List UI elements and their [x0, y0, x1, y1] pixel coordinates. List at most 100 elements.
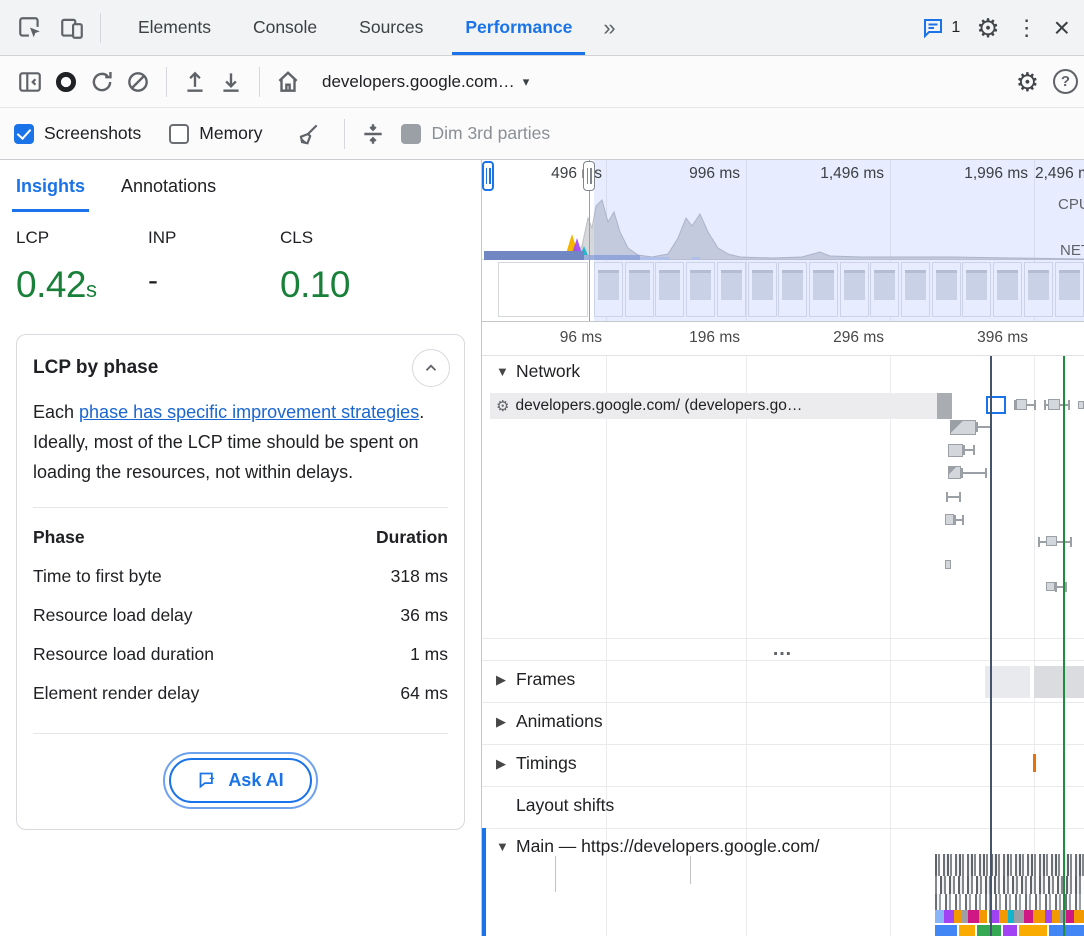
capture-settings-gear-icon[interactable]: ⚙ [1016, 69, 1039, 95]
network-request-bar[interactable] [950, 420, 976, 435]
triangle-expanded-icon[interactable]: ▼ [496, 364, 508, 379]
flame-chart-segment[interactable] [1003, 925, 1017, 936]
screenshots-checkbox[interactable]: Screenshots [14, 123, 141, 144]
settings-gear-icon[interactable]: ⚙ [976, 15, 999, 41]
main-task-tick[interactable] [555, 856, 556, 892]
more-tabs-icon[interactable]: » [593, 15, 627, 41]
memory-checkbox[interactable]: Memory [169, 123, 262, 144]
track-network[interactable]: ▼ Network [496, 361, 580, 382]
timing-marker[interactable] [1033, 754, 1036, 772]
request-timing-whisker[interactable] [1055, 582, 1067, 592]
track-animations[interactable]: ▶ Animations [496, 711, 603, 732]
network-request-bar[interactable] [1078, 401, 1084, 409]
network-expander-dots[interactable]: … [482, 644, 1084, 654]
help-icon[interactable]: ? [1053, 69, 1078, 94]
network-request-label: developers.google.com/ (developers.go… [515, 397, 802, 415]
network-request-bar[interactable] [945, 514, 954, 525]
console-messages-button[interactable]: 1 [921, 16, 960, 40]
triangle-collapsed-icon[interactable]: ▶ [496, 672, 508, 688]
flame-chart-segment[interactable] [1049, 925, 1084, 936]
triangle-collapsed-icon[interactable]: ▶ [496, 756, 508, 772]
main-thread-activity[interactable] [935, 876, 1084, 894]
metric-inp[interactable]: INP - [148, 228, 280, 306]
toggle-sidebar-icon[interactable] [12, 64, 48, 100]
timeline-overview[interactable]: 496 ms996 ms1,496 ms1,996 ms2,496 ms CPU… [482, 160, 1084, 322]
triangle-expanded-icon[interactable]: ▼ [496, 839, 508, 854]
flame-chart-segment[interactable] [1074, 910, 1084, 923]
main-thread-activity[interactable] [935, 894, 1084, 910]
request-timing-whisker[interactable] [961, 468, 987, 478]
flame-chart-segment[interactable] [977, 925, 1001, 936]
flame-chart-segment[interactable] [944, 910, 954, 923]
main-thread-activity[interactable] [935, 854, 1084, 876]
triangle-collapsed-icon[interactable]: ▶ [496, 714, 508, 730]
metric-lcp[interactable]: LCP 0.42s [16, 228, 148, 306]
ask-ai-button[interactable]: Ask AI [169, 758, 311, 803]
home-icon[interactable] [270, 64, 306, 100]
flame-chart-segment[interactable] [959, 925, 975, 936]
flame-chart-segment[interactable] [979, 910, 987, 923]
request-timing-whisker[interactable] [954, 515, 964, 525]
frame-block[interactable] [1034, 666, 1084, 698]
metric-cls[interactable]: CLS 0.10 [280, 228, 350, 306]
record-button[interactable] [48, 64, 84, 100]
divider [482, 744, 1084, 745]
request-timing-whisker[interactable] [963, 445, 975, 455]
divider [344, 119, 345, 149]
network-request-bar[interactable] [986, 396, 1006, 414]
load-profile-icon[interactable] [177, 64, 213, 100]
page-selector-dropdown[interactable]: developers.google.com… ▾ [322, 72, 622, 92]
network-request-bar[interactable] [945, 560, 951, 569]
flame-chart-segment[interactable] [1019, 925, 1047, 936]
reload-and-record-button[interactable] [84, 64, 120, 100]
network-request-bar[interactable]: ⚙ developers.google.com/ (developers.go… [490, 393, 952, 419]
network-request-bar[interactable] [1046, 582, 1055, 591]
kebab-menu-icon[interactable]: ⋮ [1016, 17, 1038, 39]
main-task-tick[interactable] [690, 856, 691, 884]
flame-chart-segment[interactable] [1014, 910, 1024, 923]
tab-insights[interactable]: Insights [16, 160, 85, 212]
timeline-tracks[interactable]: ▼ Network ⚙ developers.google.com/ (deve… [482, 356, 1084, 936]
phase-table: Phase Duration Time to first byte318 msR… [33, 518, 448, 713]
flame-chart-segment[interactable] [1024, 910, 1033, 923]
tab-performance[interactable]: Performance [444, 0, 593, 55]
inspect-element-icon[interactable] [12, 10, 48, 46]
selection-window-handle-left[interactable] [482, 161, 494, 191]
track-frames[interactable]: ▶ Frames [496, 669, 575, 690]
collapse-card-button[interactable] [412, 349, 450, 387]
network-request-bar[interactable] [1048, 399, 1060, 410]
filmstrip-thumbnail-selected[interactable] [498, 262, 588, 317]
improvement-strategies-link[interactable]: phase has specific improvement strategie… [79, 402, 419, 422]
network-request-bar[interactable] [948, 444, 963, 457]
tab-annotations[interactable]: Annotations [121, 160, 216, 212]
tab-elements[interactable]: Elements [117, 0, 232, 55]
save-profile-icon[interactable] [213, 64, 249, 100]
dim-third-parties-checkbox[interactable]: Dim 3rd parties [401, 123, 550, 144]
flame-chart-segment[interactable] [1066, 910, 1074, 923]
track-layout-shifts[interactable]: Layout shifts [516, 795, 614, 816]
flame-chart-segment[interactable] [1052, 910, 1060, 923]
flame-chart-segment[interactable] [999, 910, 1008, 923]
flame-chart-segment[interactable] [1033, 910, 1045, 923]
flame-chart-segment[interactable] [1045, 910, 1052, 923]
flame-chart-segment[interactable] [935, 910, 944, 923]
selection-window-handle-right[interactable] [583, 161, 595, 191]
flame-chart-segment[interactable] [935, 925, 957, 936]
tab-console[interactable]: Console [232, 0, 338, 55]
request-timing-whisker[interactable] [946, 492, 961, 502]
collect-garbage-icon[interactable] [290, 116, 326, 152]
network-request-bar[interactable] [1016, 399, 1027, 410]
track-main-thread[interactable]: ▼ Main — https://developers.google.com/ [496, 836, 820, 857]
track-timings[interactable]: ▶ Timings [496, 753, 577, 774]
collapse-tracks-icon[interactable] [355, 116, 391, 152]
flame-chart-segment[interactable] [954, 910, 962, 923]
tab-sources[interactable]: Sources [338, 0, 444, 55]
network-request-bar[interactable] [948, 466, 961, 479]
device-toolbar-icon[interactable] [54, 10, 90, 46]
flame-chart-segment[interactable] [968, 910, 979, 923]
close-devtools-icon[interactable]: × [1054, 14, 1070, 42]
frame-block[interactable] [985, 666, 1032, 698]
clear-recording-icon[interactable] [120, 64, 156, 100]
network-request-bar[interactable] [1046, 536, 1057, 546]
time-ruler[interactable]: 96 ms196 ms296 ms396 ms [482, 322, 1084, 356]
